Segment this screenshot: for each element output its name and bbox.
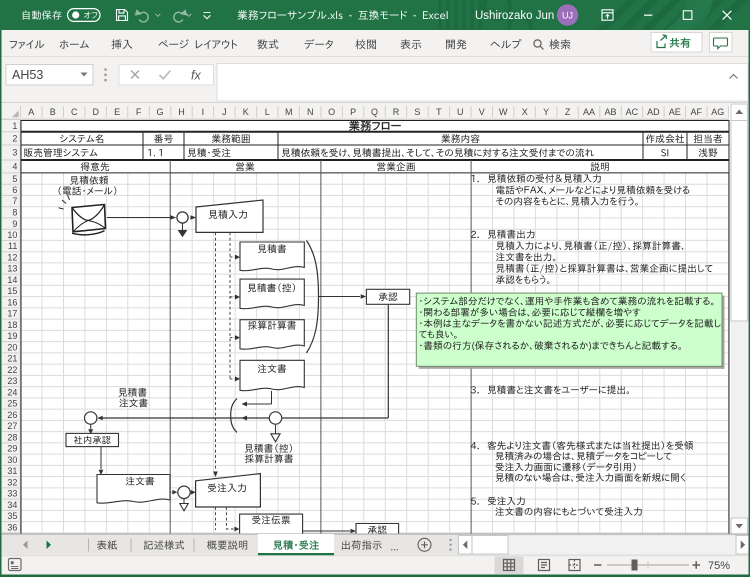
svg-text:18: 18 bbox=[7, 320, 17, 330]
svg-text:22: 22 bbox=[7, 365, 17, 375]
svg-text:35: 35 bbox=[7, 511, 17, 521]
svg-text:M: M bbox=[285, 107, 293, 117]
svg-text:I: I bbox=[202, 107, 205, 117]
svg-text:S: S bbox=[414, 107, 420, 117]
svg-text:11: 11 bbox=[8, 241, 17, 251]
svg-text:20: 20 bbox=[7, 342, 17, 352]
svg-text:27: 27 bbox=[7, 421, 17, 431]
svg-text:26: 26 bbox=[7, 410, 17, 420]
svg-text:O: O bbox=[328, 107, 335, 117]
svg-text:C: C bbox=[71, 107, 78, 117]
svg-text:J: J bbox=[222, 107, 227, 117]
svg-text:31: 31 bbox=[7, 466, 17, 476]
svg-text:E: E bbox=[114, 107, 120, 117]
svg-text:AB: AB bbox=[604, 107, 616, 117]
svg-text:UJ: UJ bbox=[562, 11, 573, 21]
svg-text:D: D bbox=[92, 107, 99, 117]
svg-text:33: 33 bbox=[7, 489, 17, 499]
svg-text:W: W bbox=[499, 107, 508, 117]
svg-text:AC: AC bbox=[626, 107, 639, 117]
svg-text:19: 19 bbox=[7, 331, 17, 341]
svg-text:23: 23 bbox=[7, 376, 17, 386]
svg-text:24: 24 bbox=[7, 387, 17, 397]
svg-text:K: K bbox=[243, 107, 249, 117]
svg-text:1: 1 bbox=[12, 121, 17, 131]
svg-text:13: 13 bbox=[7, 264, 17, 274]
svg-text:AD: AD bbox=[647, 107, 660, 117]
svg-text:fx: fx bbox=[191, 69, 201, 83]
svg-text:10: 10 bbox=[7, 230, 17, 240]
svg-text:Ushirozako Jun: Ushirozako Jun bbox=[475, 10, 554, 22]
svg-text:F: F bbox=[136, 107, 142, 117]
svg-text:36: 36 bbox=[7, 523, 17, 533]
svg-text:5: 5 bbox=[12, 174, 17, 184]
svg-text:25: 25 bbox=[7, 399, 17, 409]
svg-text:12: 12 bbox=[7, 253, 17, 263]
svg-text:B: B bbox=[50, 107, 56, 117]
svg-text:21: 21 bbox=[7, 354, 17, 364]
svg-text:H: H bbox=[178, 107, 185, 117]
svg-text:AA: AA bbox=[583, 107, 595, 117]
svg-text:AE: AE bbox=[669, 107, 681, 117]
svg-text:N: N bbox=[307, 107, 314, 117]
svg-text:14: 14 bbox=[7, 275, 17, 285]
svg-text:P: P bbox=[350, 107, 356, 117]
svg-text:A: A bbox=[28, 107, 34, 117]
svg-text:75%: 75% bbox=[708, 560, 730, 572]
svg-text:17: 17 bbox=[7, 309, 17, 319]
svg-text:32: 32 bbox=[7, 477, 17, 487]
svg-text:16: 16 bbox=[7, 297, 17, 307]
svg-text:6: 6 bbox=[12, 185, 17, 195]
svg-text:Y: Y bbox=[543, 107, 549, 117]
svg-text:AH53: AH53 bbox=[12, 68, 43, 82]
svg-text:8: 8 bbox=[12, 208, 17, 218]
svg-text:AG: AG bbox=[711, 107, 724, 117]
svg-text:R: R bbox=[393, 107, 400, 117]
svg-text:AF: AF bbox=[691, 107, 703, 117]
svg-text:4: 4 bbox=[12, 162, 17, 172]
svg-text:U: U bbox=[457, 107, 464, 117]
svg-text:3: 3 bbox=[12, 148, 17, 158]
svg-text:7: 7 bbox=[12, 196, 17, 206]
svg-text:X: X bbox=[522, 107, 528, 117]
svg-text:29: 29 bbox=[7, 444, 17, 454]
svg-text:Q: Q bbox=[371, 107, 378, 117]
svg-text:9: 9 bbox=[12, 219, 17, 229]
svg-text:2: 2 bbox=[12, 134, 17, 144]
svg-text:G: G bbox=[156, 107, 163, 117]
svg-text:Z: Z bbox=[565, 107, 571, 117]
svg-text:30: 30 bbox=[7, 455, 17, 465]
svg-text:V: V bbox=[479, 107, 485, 117]
svg-text:T: T bbox=[436, 107, 442, 117]
svg-text:28: 28 bbox=[7, 432, 17, 442]
svg-text:15: 15 bbox=[7, 286, 17, 296]
svg-text:34: 34 bbox=[7, 500, 17, 510]
svg-text:L: L bbox=[265, 107, 270, 117]
